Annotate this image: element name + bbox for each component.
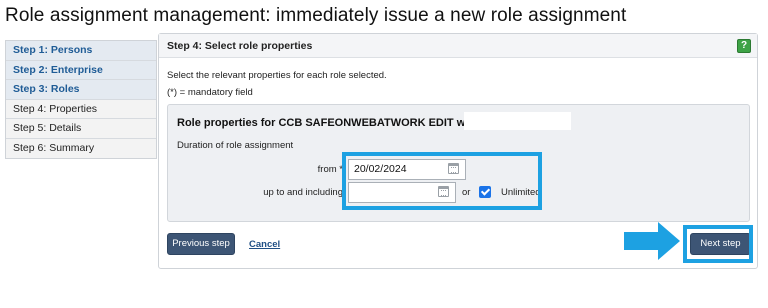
until-label: up to and including bbox=[263, 187, 343, 198]
help-icon[interactable]: ? bbox=[737, 39, 751, 53]
from-label: from * bbox=[317, 164, 343, 175]
instruction-text: Select the relevant properties for each … bbox=[167, 70, 387, 81]
step-details: Step 5: Details bbox=[6, 119, 156, 139]
cancel-link[interactable]: Cancel bbox=[249, 239, 280, 250]
pointer-arrow-icon bbox=[624, 222, 680, 260]
mandatory-note: (*) = mandatory field bbox=[167, 87, 253, 98]
step-properties: Step 4: Properties bbox=[6, 99, 156, 119]
panel-title: Step 4: Select role properties bbox=[167, 40, 313, 52]
duration-label: Duration of role assignment bbox=[177, 140, 294, 151]
step-persons[interactable]: Step 1: Persons bbox=[6, 41, 156, 61]
next-button-highlight bbox=[683, 225, 753, 263]
step-summary: Step 6: Summary bbox=[6, 138, 156, 158]
previous-step-button[interactable]: Previous step bbox=[167, 233, 235, 255]
date-fields-highlight bbox=[342, 152, 542, 210]
step-roles[interactable]: Step 3: Roles bbox=[6, 80, 156, 100]
enterprise-name-box bbox=[464, 112, 571, 130]
step-enterprise[interactable]: Step 2: Enterprise bbox=[6, 60, 156, 80]
page-title: Role assignment management: immediately … bbox=[5, 5, 627, 26]
panel-header: Step 4: Select role properties ? bbox=[159, 34, 757, 58]
wizard-steps: Step 1: Persons Step 2: Enterprise Step … bbox=[5, 40, 157, 159]
